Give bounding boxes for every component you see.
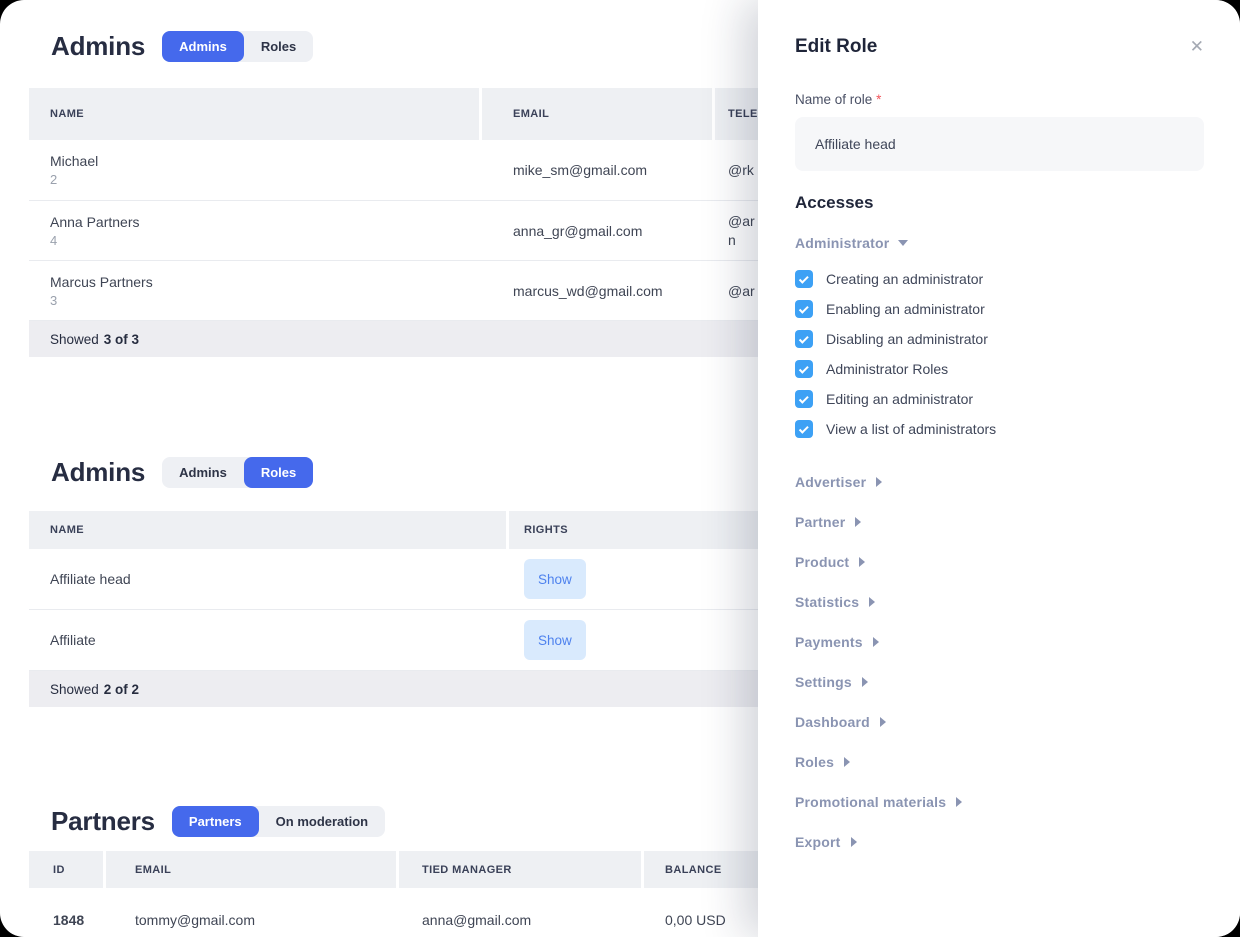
group-export[interactable]: Export <box>795 835 1204 849</box>
checkbox-checked-icon[interactable] <box>795 270 813 288</box>
group-administrator[interactable]: Administrator <box>795 235 1204 251</box>
column-header-name: NAME <box>29 511 506 549</box>
admin-count: 4 <box>50 233 57 248</box>
chevron-down-icon <box>898 240 908 246</box>
chevron-right-icon <box>956 797 962 807</box>
role-name: Affiliate <box>29 610 506 670</box>
admin-name: Anna Partners <box>50 214 140 230</box>
checkbox-checked-icon[interactable] <box>795 360 813 378</box>
group-product[interactable]: Product <box>795 555 1204 569</box>
tab-admins[interactable]: Admins <box>162 457 244 488</box>
admin-telegram: @ar <box>728 283 755 299</box>
group-dashboard[interactable]: Dashboard <box>795 715 1204 729</box>
footer-count: 3 of 3 <box>104 332 139 347</box>
checkbox-row[interactable]: Disabling an administrator <box>795 330 1204 348</box>
checkbox-checked-icon[interactable] <box>795 390 813 408</box>
show-rights-button[interactable]: Show <box>524 620 586 660</box>
checkbox-checked-icon[interactable] <box>795 300 813 318</box>
checkbox-row[interactable]: View a list of administrators <box>795 420 1204 438</box>
page-title: Admins <box>51 31 145 62</box>
column-header-name: NAME <box>29 88 479 140</box>
required-asterisk: * <box>876 92 881 107</box>
admin-email: mike_sm@gmail.com <box>482 140 712 200</box>
chevron-right-icon <box>859 557 865 567</box>
checkbox-row[interactable]: Administrator Roles <box>795 360 1204 378</box>
chevron-right-icon <box>880 717 886 727</box>
chevron-right-icon <box>844 757 850 767</box>
group-statistics[interactable]: Statistics <box>795 595 1204 609</box>
administrator-permissions-list: Creating an administrator Enabling an ad… <box>795 270 1204 438</box>
page-title: Admins <box>51 457 145 488</box>
chevron-right-icon <box>851 837 857 847</box>
group-settings[interactable]: Settings <box>795 675 1204 689</box>
roles-section-header: Admins Admins Roles <box>51 457 313 488</box>
partner-manager: anna@gmail.com <box>399 888 641 937</box>
accesses-heading: Accesses <box>795 193 1204 213</box>
admin-telegram: @rk <box>728 162 754 178</box>
tab-roles[interactable]: Roles <box>244 31 313 62</box>
app-window: Admins Admins Roles NAME EMAIL TELEGRAM … <box>0 0 1240 937</box>
chevron-right-icon <box>876 477 882 487</box>
partners-tabgroup: Partners On moderation <box>172 806 385 837</box>
checkbox-checked-icon[interactable] <box>795 420 813 438</box>
group-partner[interactable]: Partner <box>795 515 1204 529</box>
group-advertiser[interactable]: Advertiser <box>795 475 1204 489</box>
admins-section-header: Admins Admins Roles <box>51 31 313 62</box>
partner-email: tommy@gmail.com <box>106 888 396 937</box>
tab-on-moderation[interactable]: On moderation <box>259 806 385 837</box>
role-name: Affiliate head <box>29 549 506 609</box>
admin-count: 3 <box>50 293 57 308</box>
checkbox-checked-icon[interactable] <box>795 330 813 348</box>
group-promotional-materials[interactable]: Promotional materials <box>795 795 1204 809</box>
column-header-email: EMAIL <box>482 88 712 140</box>
collapsed-groups-list: Advertiser Partner Product Statistics Pa… <box>795 475 1204 849</box>
tab-roles[interactable]: Roles <box>244 457 313 488</box>
edit-role-drawer: Edit Role ✕ Name of role * Accesses Admi… <box>758 0 1240 937</box>
column-header-id: ID <box>29 851 103 888</box>
chevron-right-icon <box>869 597 875 607</box>
admin-email: anna_gr@gmail.com <box>482 201 712 260</box>
footer-label: Showed <box>50 682 99 697</box>
admin-count: 2 <box>50 172 57 187</box>
checkbox-row[interactable]: Editing an administrator <box>795 390 1204 408</box>
partner-id: 1848 <box>29 888 103 937</box>
chevron-right-icon <box>855 517 861 527</box>
drawer-title: Edit Role <box>795 36 1204 58</box>
column-header-email: EMAIL <box>106 851 396 888</box>
roles-tabgroup: Admins Roles <box>162 457 313 488</box>
admin-telegram: @ar <box>728 213 755 229</box>
show-rights-button[interactable]: Show <box>524 559 586 599</box>
footer-label: Showed <box>50 332 99 347</box>
admin-name: Marcus Partners <box>50 274 153 290</box>
footer-count: 2 of 2 <box>104 682 139 697</box>
group-roles[interactable]: Roles <box>795 755 1204 769</box>
partners-section-header: Partners Partners On moderation <box>51 806 385 837</box>
admin-telegram-line2: n <box>728 232 736 248</box>
group-payments[interactable]: Payments <box>795 635 1204 649</box>
checkbox-row[interactable]: Enabling an administrator <box>795 300 1204 318</box>
tab-admins[interactable]: Admins <box>162 31 244 62</box>
column-header-tied-manager: TIED MANAGER <box>399 851 641 888</box>
chevron-right-icon <box>873 637 879 647</box>
admin-email: marcus_wd@gmail.com <box>482 261 712 320</box>
close-icon[interactable]: ✕ <box>1190 38 1204 55</box>
chevron-right-icon <box>862 677 868 687</box>
page-title: Partners <box>51 806 155 837</box>
tab-partners[interactable]: Partners <box>172 806 259 837</box>
role-name-input[interactable] <box>795 117 1204 171</box>
checkbox-row[interactable]: Creating an administrator <box>795 270 1204 288</box>
admin-name: Michael <box>50 153 98 169</box>
name-of-role-label: Name of role * <box>795 93 1204 107</box>
admins-tabgroup: Admins Roles <box>162 31 313 62</box>
